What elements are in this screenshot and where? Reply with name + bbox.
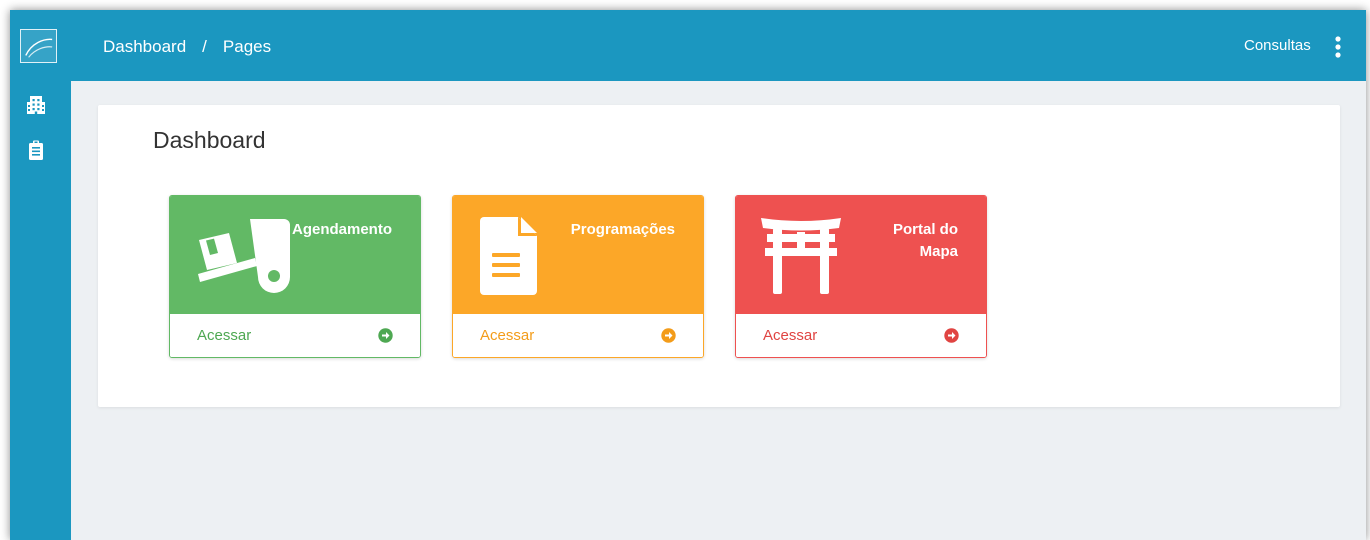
dolly-icon — [195, 216, 293, 298]
breadcrumb: Dashboard / Pages — [103, 37, 271, 57]
top-navbar: Dashboard / Pages Consultas — [71, 10, 1366, 81]
dashboard-panel: Dashboard Agendamento Acessar Programaçõ… — [98, 105, 1340, 407]
card-title: Programações — [570, 221, 675, 238]
clipboard-icon[interactable] — [26, 140, 46, 160]
app-window: Dashboard / Pages Consultas Dashboard Ag… — [10, 10, 1366, 540]
breadcrumb-pages[interactable]: Pages — [223, 37, 271, 57]
brand-logo-icon[interactable] — [20, 29, 57, 63]
file-document-icon — [480, 217, 538, 295]
card-header: Portal do Mapa — [736, 196, 986, 314]
access-link[interactable]: Acessar — [763, 327, 817, 344]
card-header: Programações — [453, 196, 703, 314]
torii-gate-icon — [761, 216, 841, 296]
card-programacoes[interactable]: Programações Acessar — [452, 195, 704, 358]
sidebar — [10, 10, 71, 540]
card-footer-button[interactable]: Acessar — [453, 314, 703, 357]
arrow-circle-right-icon[interactable] — [944, 328, 959, 343]
arrow-circle-right-icon[interactable] — [661, 328, 676, 343]
kebab-menu-icon[interactable] — [1333, 35, 1343, 59]
consultas-link[interactable]: Consultas — [1244, 37, 1311, 54]
access-link[interactable]: Acessar — [480, 327, 534, 344]
access-link[interactable]: Acessar — [197, 327, 251, 344]
breadcrumb-separator: / — [202, 37, 207, 56]
card-title: Portal do Mapa — [892, 221, 958, 260]
card-title: Agendamento — [291, 221, 392, 238]
card-footer-button[interactable]: Acessar — [170, 314, 420, 357]
card-header: Agendamento — [170, 196, 420, 314]
card-portal-do-mapa[interactable]: Portal do Mapa Acessar — [735, 195, 987, 358]
breadcrumb-dashboard[interactable]: Dashboard — [103, 37, 186, 57]
card-footer-button[interactable]: Acessar — [736, 314, 986, 357]
building-icon[interactable] — [26, 95, 46, 115]
arrow-circle-right-icon[interactable] — [378, 328, 393, 343]
card-agendamento[interactable]: Agendamento Acessar — [169, 195, 421, 358]
page-title: Dashboard — [153, 127, 266, 153]
